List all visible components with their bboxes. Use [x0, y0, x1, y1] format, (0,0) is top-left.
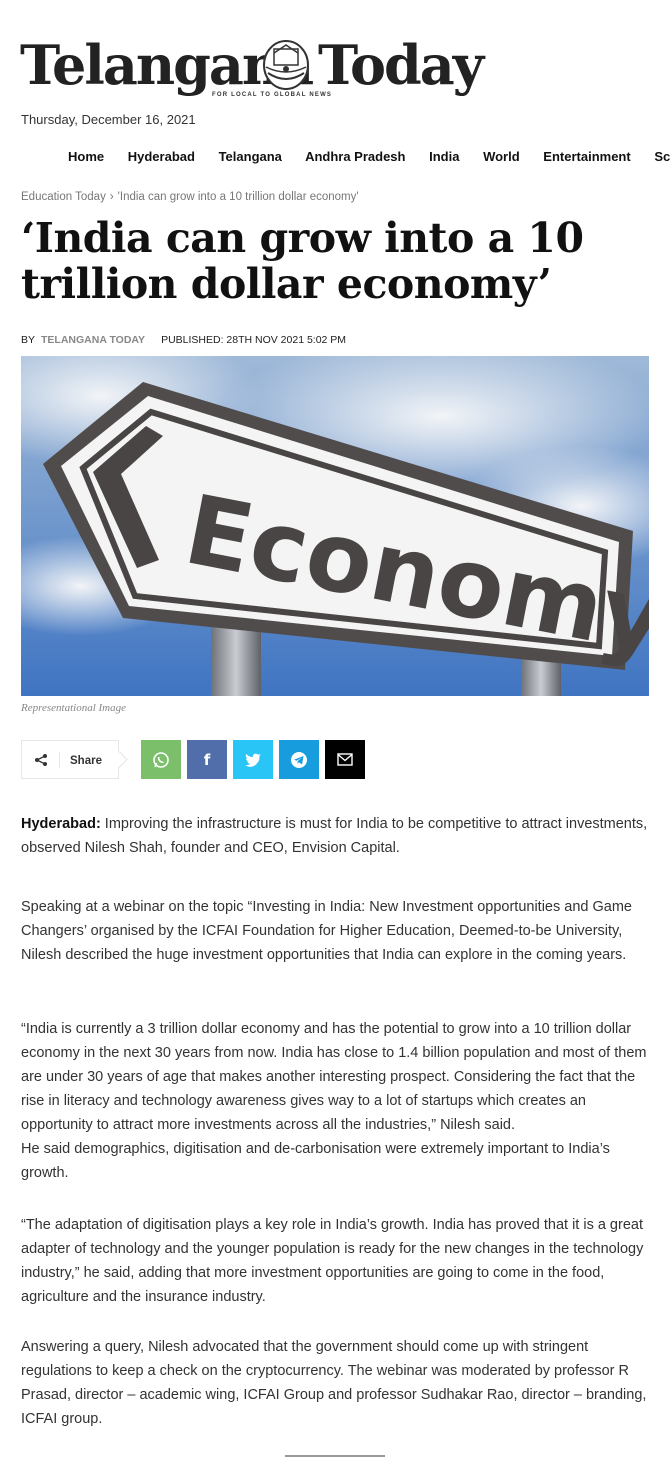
article-meta: BY TELANGANA TODAY PUBLISHED: 28TH NOV 202… [21, 334, 346, 346]
telegram-share-button[interactable] [279, 740, 319, 779]
breadcrumb: Education Today › 'India can grow into a 1… [21, 191, 359, 203]
article-hero-image: Economy [21, 356, 649, 696]
nav-item-home[interactable]: Home [68, 149, 104, 164]
nav-item-hyderabad[interactable]: Hyderabad [128, 149, 195, 164]
site-logo[interactable]: Telangana Today FOR LOCAL TO GLOBAL NEWS [20, 34, 484, 98]
breadcrumb-section[interactable]: Education Today [21, 191, 106, 203]
share-arrow [109, 750, 128, 769]
nav-item-world[interactable]: World [483, 149, 520, 164]
breadcrumb-current: 'India can grow into a 10 trillion dolla… [117, 191, 359, 203]
article-paragraph-4: Answering a query, Nilesh advocated that… [21, 1335, 649, 1431]
paragraph-text: Answering a query, Nilesh advocated that… [21, 1339, 647, 1427]
paragraph-text: He said demographics, digitisation and d… [21, 1141, 610, 1181]
twitter-share-button[interactable] [233, 740, 273, 779]
nav-item-india[interactable]: India [429, 149, 459, 164]
share-icon [35, 754, 47, 766]
emblem-icon [263, 40, 309, 90]
lead-text: Improving the infrastructure is must for… [21, 816, 648, 856]
lead-dateline: Hyderabad: [21, 816, 101, 832]
economy-sign-image: Economy [21, 356, 649, 696]
envelope-icon [337, 753, 353, 766]
share-button[interactable]: Share [21, 740, 128, 779]
breadcrumb-separator: › [109, 191, 114, 203]
facebook-icon: f [203, 750, 211, 769]
nav-item-telangana[interactable]: Telangana [219, 149, 282, 164]
article-paragraph-1: Speaking at a webinar on the topic “Inve… [21, 895, 649, 967]
article-paragraph-3: “The adaptation of digitisation plays a … [21, 1213, 649, 1309]
share-label: Share [70, 755, 102, 767]
article-paragraph-2: “India is currently a 3 trillion dollar … [21, 1017, 649, 1185]
logo-tagline: FOR LOCAL TO GLOBAL NEWS [212, 92, 333, 98]
nav-item-science[interactable]: Sci [654, 149, 670, 164]
logo-text-right: Today [318, 33, 484, 97]
article-end-divider [285, 1455, 385, 1457]
paragraph-text: “The adaptation of digitisation plays a … [21, 1217, 644, 1305]
whatsapp-share-button[interactable] [141, 740, 181, 779]
image-caption: Representational Image [21, 702, 126, 714]
nav-item-andhra-pradesh[interactable]: Andhra Pradesh [305, 149, 405, 164]
telegram-icon [291, 751, 307, 768]
whatsapp-icon [153, 751, 169, 768]
article-lead-paragraph: Hyderabad: Improving the infrastructure … [21, 812, 649, 860]
share-divider [59, 752, 60, 768]
published-date: PUBLISHED: 28TH NOV 2021 5:02 PM [161, 334, 347, 346]
paragraph-text: “India is currently a 3 trillion dollar … [21, 1021, 647, 1133]
facebook-share-button[interactable]: f [187, 740, 227, 779]
current-date: Thursday, December 16, 2021 [21, 112, 196, 127]
by-label: BY [21, 334, 36, 346]
nav-item-entertainment[interactable]: Entertainment [543, 149, 630, 164]
twitter-icon [245, 753, 261, 767]
email-share-button[interactable] [325, 740, 365, 779]
author-link[interactable]: TELANGANA TODAY [41, 334, 145, 346]
main-navigation: Home Hyderabad Telangana Andhra Pradesh … [68, 149, 670, 164]
article-title: ‘India can grow into a 10 trillion dolla… [21, 214, 584, 308]
paragraph-text: Speaking at a webinar on the topic “Inve… [21, 899, 632, 963]
